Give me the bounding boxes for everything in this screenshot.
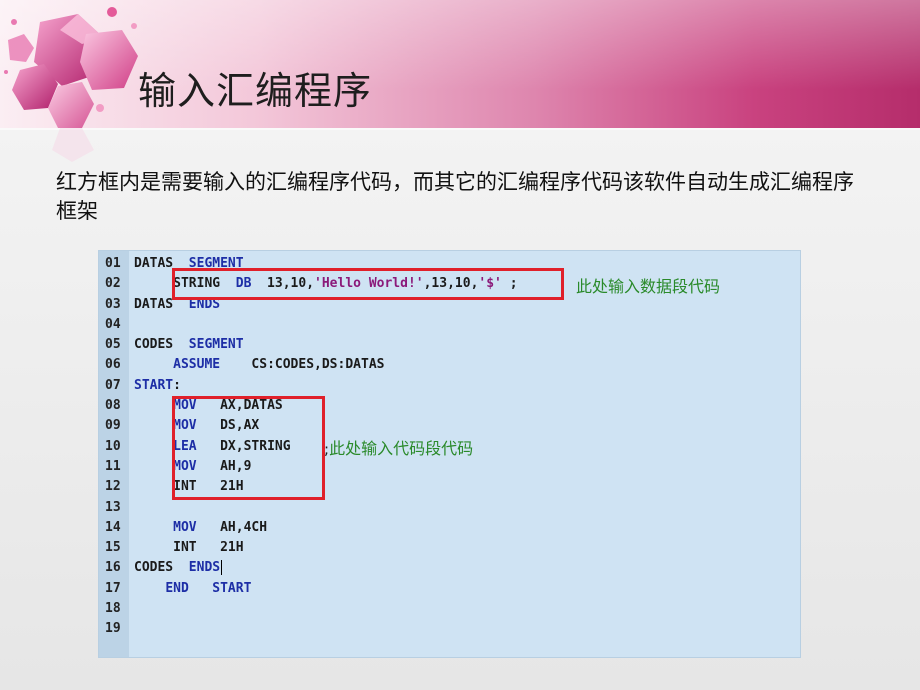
- line-number: 09: [105, 418, 121, 434]
- code-keyword: SEGMENT: [188, 337, 244, 353]
- code-line[interactable]: 03 DATAS ENDS: [99, 295, 220, 315]
- line-number: 19: [105, 621, 121, 637]
- line-number: 06: [105, 357, 121, 373]
- code-line[interactable]: 01 DATAS SEGMENT: [99, 254, 244, 274]
- code-segment-highlight-box: [172, 396, 325, 500]
- code-line[interactable]: 16 CODES ENDS: [99, 558, 223, 578]
- code-token: CS:CODES,DS:DATAS: [220, 357, 385, 373]
- code-token: INT 21H: [134, 540, 244, 556]
- code-keyword: MOV: [173, 519, 197, 535]
- line-number: 14: [105, 519, 121, 535]
- line-number: 15: [105, 540, 121, 556]
- line-number: 04: [105, 316, 121, 332]
- line-number: 17: [105, 580, 121, 596]
- line-number: 01: [105, 256, 121, 271]
- code-keyword: END: [165, 580, 189, 596]
- code-line[interactable]: 17 END START: [99, 579, 251, 599]
- line-number: 18: [105, 601, 121, 617]
- line-number: 02: [105, 276, 121, 292]
- code-text: END START: [134, 579, 251, 599]
- code-line[interactable]: 11 MOV AH,9: [99, 457, 251, 477]
- code-editor[interactable]: 01 DATAS SEGMENT 02 STRING DB 13,10,'Hello…: [98, 250, 801, 658]
- code-keyword: START: [134, 377, 174, 393]
- code-line[interactable]: 13: [99, 498, 129, 518]
- code-text: CODES ENDS: [134, 558, 223, 578]
- code-text: CODES SEGMENT: [134, 335, 244, 355]
- code-keyword: ENDS: [188, 560, 221, 576]
- code-keyword: ASSUME: [173, 357, 221, 373]
- text-cursor: [221, 560, 223, 576]
- code-text: INT 21H: [134, 538, 244, 558]
- data-segment-highlight-box: [172, 268, 564, 300]
- code-line[interactable]: 02 STRING DB 13,10,'Hello World!',13,10,…: [99, 274, 518, 294]
- code-text: ASSUME CS:CODES,DS:DATAS: [134, 355, 384, 375]
- line-number: 12: [105, 479, 121, 495]
- code-text: START:: [134, 376, 181, 396]
- code-lines: 01 DATAS SEGMENT 02 STRING DB 13,10,'Hello…: [99, 254, 518, 640]
- line-number: 07: [105, 377, 121, 393]
- code-line[interactable]: 04: [99, 315, 129, 335]
- code-token: :: [173, 377, 181, 393]
- code-segment-comment: ;此处输入代码段代码: [324, 435, 473, 459]
- code-line[interactable]: 07 START:: [99, 376, 181, 396]
- code-line[interactable]: 18: [99, 599, 129, 619]
- line-number: 11: [105, 458, 121, 474]
- code-line[interactable]: 05 CODES SEGMENT: [99, 335, 244, 355]
- line-number: 05: [105, 337, 121, 353]
- slide-description: 红方框内是需要输入的汇编程序代码，而其它的汇编程序代码该软件自动生成汇编程序框架: [56, 170, 854, 223]
- code-segment-comment-text: 此处输入代码段代码: [329, 439, 474, 458]
- line-number: 08: [105, 398, 121, 414]
- slide-title: 输入汇编程序: [138, 69, 373, 113]
- code-line[interactable]: 09 MOV DS,AX: [99, 416, 259, 436]
- line-number: 03: [105, 296, 121, 312]
- code-keyword: START: [212, 580, 252, 596]
- code-line[interactable]: 10 LEA DX,STRING: [99, 437, 291, 457]
- code-line[interactable]: 06 ASSUME CS:CODES,DS:DATAS: [99, 355, 384, 375]
- data-segment-comment: 此处输入数据段代码: [576, 277, 721, 296]
- code-token: AH,4CH: [196, 519, 268, 535]
- code-line[interactable]: 14 MOV AH,4CH: [99, 518, 267, 538]
- code-line[interactable]: 08 MOV AX,DATAS: [99, 396, 283, 416]
- code-token: CODES: [134, 560, 189, 576]
- code-line[interactable]: 12 INT 21H: [99, 477, 244, 497]
- code-line[interactable]: 15 INT 21H: [99, 538, 244, 558]
- line-number: 16: [105, 560, 121, 576]
- line-number: 13: [105, 499, 121, 515]
- code-token: CODES: [134, 337, 189, 353]
- code-line[interactable]: 19: [99, 619, 129, 639]
- pink-crystal-decoration-icon: [4, 7, 138, 162]
- code-text: MOV AH,4CH: [134, 518, 267, 538]
- line-number: 10: [105, 438, 121, 454]
